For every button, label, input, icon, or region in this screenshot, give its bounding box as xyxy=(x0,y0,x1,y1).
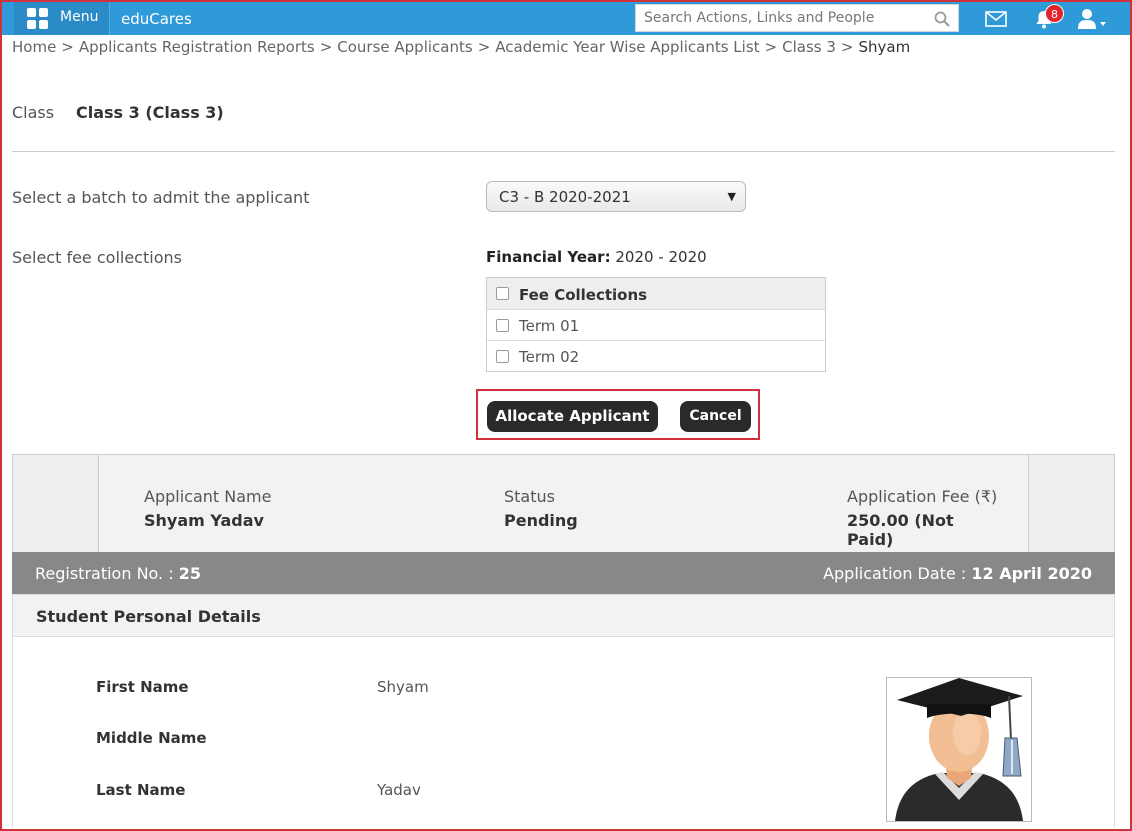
allocate-applicant-button[interactable]: Allocate Applicant xyxy=(487,401,658,432)
mail-icon[interactable] xyxy=(985,11,1007,27)
registration-value: 25 xyxy=(178,564,201,583)
menu-button[interactable]: Menu xyxy=(14,2,110,35)
batch-selected-value: C3 - B 2020-2021 xyxy=(499,188,631,206)
breadcrumb-applicants-list[interactable]: Academic Year Wise Applicants List xyxy=(495,38,759,56)
first-name-value: Shyam xyxy=(377,678,429,696)
last-name-label: Last Name xyxy=(96,781,186,799)
dropdown-arrow-icon: ▼ xyxy=(727,190,736,203)
financial-year-label: Financial Year: xyxy=(486,248,611,266)
application-fee-value-cont: Paid) xyxy=(847,530,894,549)
class-row: Class Class 3 (Class 3) xyxy=(12,103,224,122)
application-date-value: 12 April 2020 xyxy=(971,564,1092,583)
financial-year-value: 2020 - 2020 xyxy=(615,248,707,266)
brand-name[interactable]: eduCares xyxy=(121,10,192,28)
fee-header-label: Fee Collections xyxy=(519,286,648,304)
first-name-label: First Name xyxy=(96,678,189,696)
summary-right-cell xyxy=(1028,455,1114,552)
fee-label: Select fee collections xyxy=(12,248,182,267)
fee-row-term-01: Term 01 xyxy=(487,309,825,340)
application-date: Application Date : 12 April 2020 xyxy=(823,564,1092,583)
status-value: Pending xyxy=(504,511,578,530)
application-fee-label: Application Fee (₹) xyxy=(847,487,998,506)
summary-left-cell xyxy=(13,455,99,552)
personal-details-header: Student Personal Details xyxy=(12,594,1115,637)
registration-number: Registration No. : 25 xyxy=(35,564,201,583)
search-icon[interactable] xyxy=(934,11,950,27)
status-label: Status xyxy=(504,487,555,506)
applicant-name-label: Applicant Name xyxy=(144,487,272,506)
graduate-avatar-icon xyxy=(895,678,1023,821)
application-date-label: Application Date : xyxy=(823,564,967,583)
class-label: Class xyxy=(12,103,55,122)
notification-badge: 8 xyxy=(1045,4,1064,23)
personal-details-title: Student Personal Details xyxy=(36,607,261,626)
class-value: Class 3 (Class 3) xyxy=(76,103,224,122)
financial-year: Financial Year: 2020 - 2020 xyxy=(486,248,707,266)
breadcrumb: Home > Applicants Registration Reports > Cou… xyxy=(12,38,911,56)
applicant-summary: Applicant Name Shyam Yadav Status Pendin… xyxy=(12,454,1115,552)
applicant-name-value: Shyam Yadav xyxy=(144,511,264,530)
breadcrumb-course-applicants[interactable]: Course Applicants xyxy=(337,38,472,56)
fee-item-label: Term 02 xyxy=(519,348,580,366)
term-01-checkbox[interactable] xyxy=(496,319,509,332)
divider xyxy=(12,151,1115,152)
breadcrumb-registration-reports[interactable]: Applicants Registration Reports xyxy=(79,38,315,56)
fee-row-term-02: Term 02 xyxy=(487,340,825,371)
batch-label: Select a batch to admit the applicant xyxy=(12,188,310,207)
fee-item-label: Term 01 xyxy=(519,317,580,335)
registration-label: Registration No. : xyxy=(35,564,174,583)
cancel-button[interactable]: Cancel xyxy=(680,401,751,432)
registration-bar: Registration No. : 25 Application Date :… xyxy=(12,552,1115,594)
search-input[interactable] xyxy=(636,5,916,31)
application-fee-value: 250.00 (Not xyxy=(847,511,954,530)
menu-label: Menu xyxy=(60,9,99,25)
select-all-checkbox[interactable] xyxy=(496,287,509,300)
last-name-value: Yadav xyxy=(377,781,421,799)
batch-select[interactable]: C3 - B 2020-2021 ▼ xyxy=(486,181,746,212)
breadcrumb-home[interactable]: Home xyxy=(12,38,56,56)
fee-collections-table: Fee Collections Term 01 Term 02 xyxy=(486,277,826,372)
breadcrumb-class[interactable]: Class 3 xyxy=(782,38,836,56)
middle-name-label: Middle Name xyxy=(96,729,207,747)
top-bar: Menu eduCares 8 xyxy=(2,2,1130,35)
breadcrumb-current: Shyam xyxy=(858,38,911,56)
fee-table-header: Fee Collections xyxy=(487,278,825,309)
term-02-checkbox[interactable] xyxy=(496,350,509,363)
student-photo xyxy=(886,677,1032,822)
user-icon[interactable] xyxy=(1077,8,1107,30)
search-box xyxy=(635,4,959,32)
grid-icon xyxy=(27,8,49,30)
